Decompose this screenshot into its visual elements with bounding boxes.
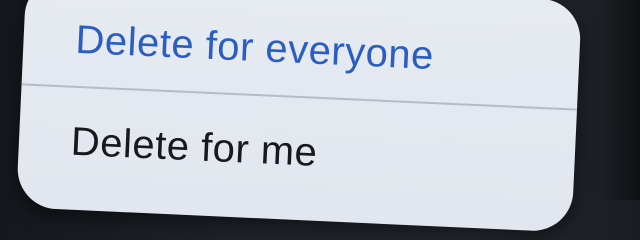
delete-for-everyone-label: Delete for everyone — [74, 17, 435, 78]
delete-message-action-sheet: Delete for everyone Delete for me — [15, 0, 582, 233]
delete-for-me-label: Delete for me — [70, 119, 319, 175]
device-edge — [600, 0, 640, 200]
